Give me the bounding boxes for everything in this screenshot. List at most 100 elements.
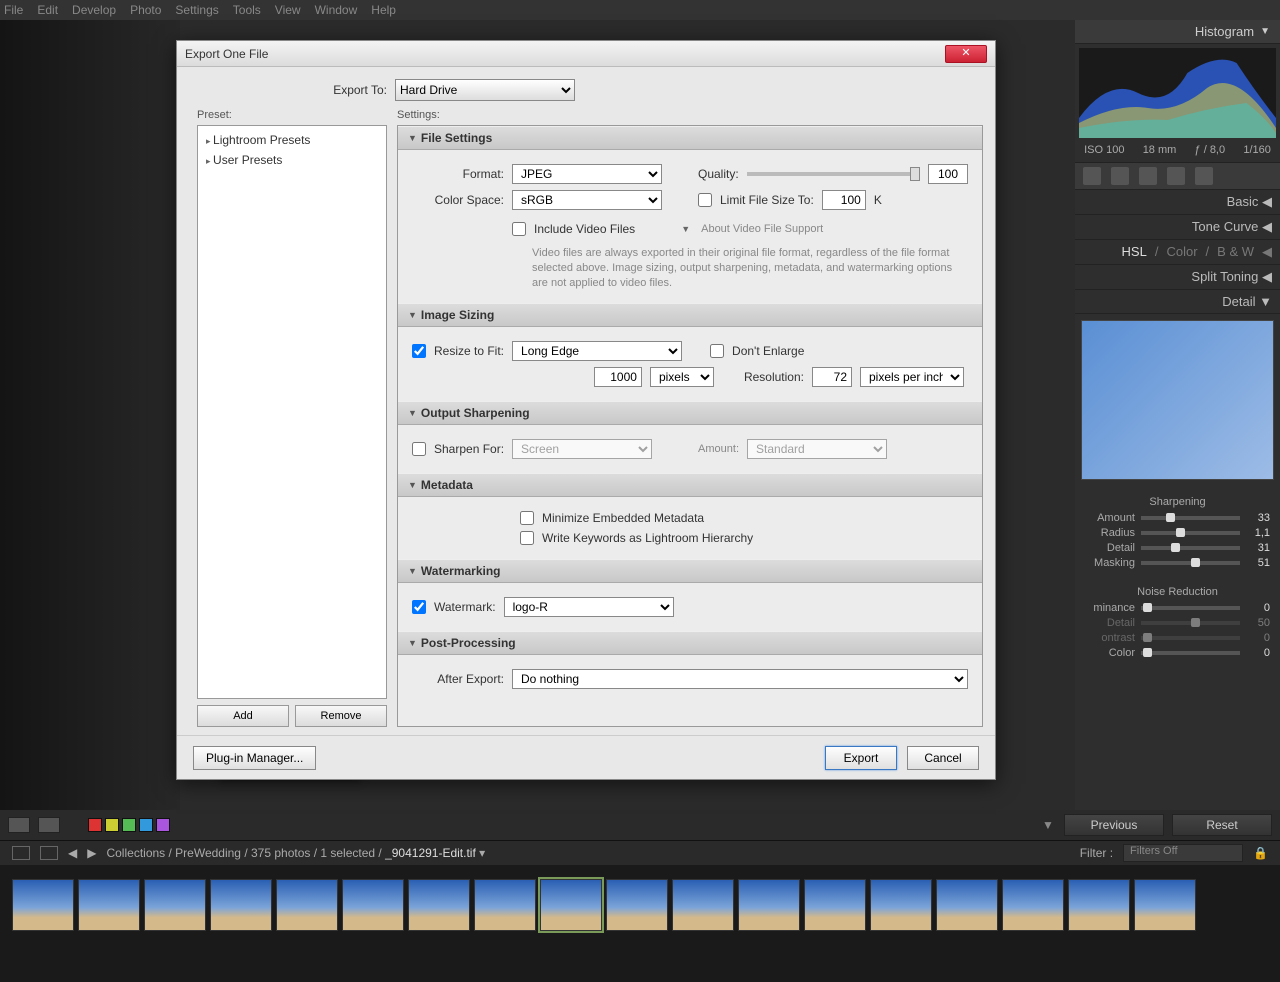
- hsl-header[interactable]: HSL/ Color/ B & W ◀: [1075, 240, 1280, 265]
- disclosure-icon[interactable]: ▼: [681, 224, 690, 234]
- menu-file[interactable]: File: [4, 3, 23, 17]
- minimize-meta-check[interactable]: [520, 511, 534, 525]
- filmstrip-thumb[interactable]: [870, 879, 932, 931]
- nav-fwd-icon[interactable]: ▶: [87, 846, 96, 860]
- breadcrumb[interactable]: Collections / PreWedding / 375 photos / …: [106, 846, 485, 860]
- filmstrip-thumb[interactable]: [606, 879, 668, 931]
- filmstrip-thumb[interactable]: [144, 879, 206, 931]
- include-video-check[interactable]: [512, 222, 526, 236]
- reset-button[interactable]: Reset: [1172, 814, 1272, 836]
- filmstrip[interactable]: [0, 865, 1280, 945]
- preset-list[interactable]: Lightroom Presets User Presets: [197, 125, 387, 699]
- slider-track[interactable]: [1141, 531, 1240, 535]
- menu-edit[interactable]: Edit: [37, 3, 58, 17]
- menu-tools[interactable]: Tools: [233, 3, 261, 17]
- slider-track[interactable]: [1141, 606, 1240, 610]
- basic-header[interactable]: Basic ◀: [1075, 190, 1280, 215]
- filmstrip-thumb[interactable]: [738, 879, 800, 931]
- section-watermarking[interactable]: Watermarking: [398, 559, 982, 583]
- dialog-titlebar[interactable]: Export One File ✕: [177, 41, 995, 67]
- filmstrip-thumb[interactable]: [936, 879, 998, 931]
- nav-back-icon[interactable]: ◀: [68, 846, 77, 860]
- filmstrip-thumb[interactable]: [210, 879, 272, 931]
- filmstrip-thumb[interactable]: [474, 879, 536, 931]
- detail-header[interactable]: Detail ▼: [1075, 290, 1280, 314]
- color-label-chip[interactable]: [122, 818, 136, 832]
- grid-view-icon[interactable]: [12, 846, 30, 860]
- filmstrip-thumb[interactable]: [804, 879, 866, 931]
- export-to-select[interactable]: Hard Drive: [395, 79, 575, 101]
- slider-row[interactable]: Detail31: [1085, 542, 1270, 554]
- filmstrip-thumb[interactable]: [1068, 879, 1130, 931]
- crop-tool-icon[interactable]: [1083, 167, 1101, 185]
- lock-icon[interactable]: 🔒: [1253, 846, 1268, 860]
- cancel-button[interactable]: Cancel: [907, 746, 979, 770]
- plugin-manager-button[interactable]: Plug-in Manager...: [193, 746, 316, 770]
- tab-hsl[interactable]: HSL: [1122, 244, 1147, 260]
- chevron-down-icon[interactable]: ▼: [1042, 818, 1056, 832]
- section-output-sharpening[interactable]: Output Sharpening: [398, 401, 982, 425]
- size-unit-select[interactable]: pixels: [650, 367, 714, 387]
- gradient-tool-icon[interactable]: [1167, 167, 1185, 185]
- menu-develop[interactable]: Develop: [72, 3, 116, 17]
- color-label-chip[interactable]: [105, 818, 119, 832]
- splittoning-header[interactable]: Split Toning ◀: [1075, 265, 1280, 290]
- section-metadata[interactable]: Metadata: [398, 473, 982, 497]
- limit-filesize-check[interactable]: [698, 193, 712, 207]
- menu-window[interactable]: Window: [315, 3, 358, 17]
- section-file-settings[interactable]: File Settings: [398, 126, 982, 150]
- tonecurve-header[interactable]: Tone Curve ◀: [1075, 215, 1280, 240]
- tab-bw[interactable]: B & W: [1217, 244, 1254, 260]
- previous-button[interactable]: Previous: [1064, 814, 1164, 836]
- format-select[interactable]: JPEG: [512, 164, 662, 184]
- quality-slider[interactable]: [747, 172, 920, 176]
- export-button[interactable]: Export: [825, 746, 897, 770]
- sharpen-select[interactable]: Screen: [512, 439, 652, 459]
- menu-help[interactable]: Help: [371, 3, 396, 17]
- filmstrip-thumb[interactable]: [540, 879, 602, 931]
- after-export-select[interactable]: Do nothing: [512, 669, 968, 689]
- histogram-header[interactable]: Histogram▼: [1075, 20, 1280, 44]
- brush-tool-icon[interactable]: [1195, 167, 1213, 185]
- filmstrip-thumb[interactable]: [276, 879, 338, 931]
- menu-photo[interactable]: Photo: [130, 3, 161, 17]
- resize-check[interactable]: [412, 344, 426, 358]
- add-preset-button[interactable]: Add: [197, 705, 289, 727]
- watermark-select[interactable]: logo-R: [504, 597, 674, 617]
- menu-view[interactable]: View: [275, 3, 301, 17]
- section-image-sizing[interactable]: Image Sizing: [398, 303, 982, 327]
- filmstrip-thumb[interactable]: [672, 879, 734, 931]
- slider-row[interactable]: minance0: [1085, 602, 1270, 614]
- slider-track[interactable]: [1141, 561, 1240, 565]
- remove-preset-button[interactable]: Remove: [295, 705, 387, 727]
- close-button[interactable]: ✕: [945, 45, 987, 63]
- resize-select[interactable]: Long Edge: [512, 341, 682, 361]
- color-label-chip[interactable]: [156, 818, 170, 832]
- preset-user[interactable]: User Presets: [198, 150, 386, 170]
- grid-view2-icon[interactable]: [40, 846, 58, 860]
- about-video-label[interactable]: About Video File Support: [701, 223, 823, 235]
- filmstrip-thumb[interactable]: [1134, 879, 1196, 931]
- sharpen-check[interactable]: [412, 442, 426, 456]
- detail-thumbnail[interactable]: [1081, 320, 1274, 480]
- limit-filesize-input[interactable]: [822, 190, 866, 210]
- filter-select[interactable]: Filters Off: [1123, 844, 1243, 862]
- color-label-chip[interactable]: [88, 818, 102, 832]
- filmstrip-thumb[interactable]: [1002, 879, 1064, 931]
- preset-lightroom[interactable]: Lightroom Presets: [198, 130, 386, 150]
- section-postprocessing[interactable]: Post-Processing: [398, 631, 982, 655]
- resolution-unit-select[interactable]: pixels per inch: [860, 367, 964, 387]
- color-label-chip[interactable]: [139, 818, 153, 832]
- slider-track[interactable]: [1141, 636, 1240, 640]
- spot-tool-icon[interactable]: [1111, 167, 1129, 185]
- slider-row[interactable]: Color0: [1085, 647, 1270, 659]
- settings-scroll[interactable]: File Settings Format: JPEG Quality: Colo…: [397, 125, 983, 727]
- slider-track[interactable]: [1141, 651, 1240, 655]
- menu-settings[interactable]: Settings: [175, 3, 218, 17]
- slider-track[interactable]: [1141, 621, 1240, 625]
- slider-track[interactable]: [1141, 546, 1240, 550]
- resolution-input[interactable]: [812, 367, 852, 387]
- quality-input[interactable]: [928, 164, 968, 184]
- slider-row[interactable]: Radius1,1: [1085, 527, 1270, 539]
- colorspace-select[interactable]: sRGB: [512, 190, 662, 210]
